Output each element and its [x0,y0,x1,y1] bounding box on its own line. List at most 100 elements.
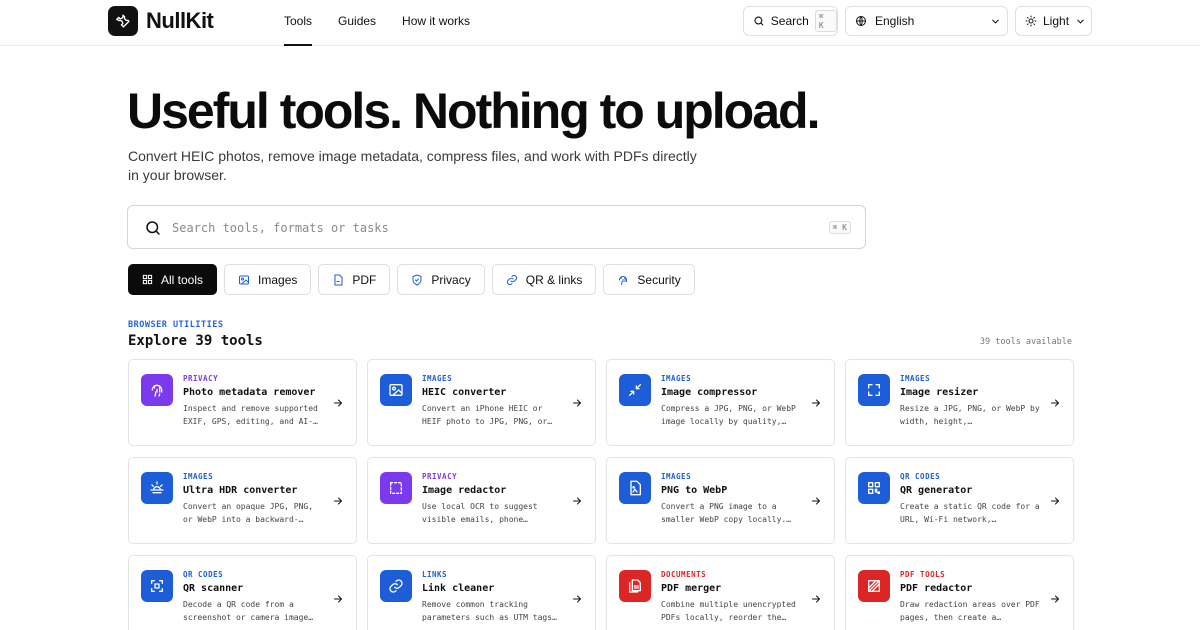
tool-description: Use local OCR to suggest visible emails,… [422,502,538,524]
nav-tools[interactable]: Tools [284,0,313,46]
tool-title: PDF merger [661,583,722,594]
theme-toggle[interactable]: Light [1015,6,1092,36]
sunrise-icon [141,472,173,504]
redact-icon [858,570,890,602]
tool-card[interactable]: IMAGES Ultra HDR converter Convert an opaq… [128,457,357,544]
tool-title: PNG to WebP [661,485,728,496]
file-image-icon [619,472,651,504]
tool-description: Compress a JPG, PNG, or WebP image local… [661,404,796,426]
tool-search-input[interactable] [172,218,772,238]
filter-pdf[interactable]: PDF [318,264,391,295]
filter-label: Images [258,272,298,287]
tool-title: PDF redactor [900,583,973,594]
section-eyebrow: BROWSER UTILITIES [128,320,224,330]
header-search-button[interactable]: Search ⌘ K [743,6,838,36]
tool-category: DOCUMENTS [661,570,707,579]
tool-search-box: ⌘ K [127,205,866,249]
tool-category: QR CODES [900,472,941,481]
tool-description: Create a static QR code for a URL, Wi-Fi… [900,502,1040,524]
search-shortcut: ⌘ K [814,10,837,32]
tool-title: Image resizer [900,387,979,398]
tool-description: Remove common tracking parameters such a… [422,600,557,622]
arrow-right-icon [573,595,581,603]
arrow-right-icon [812,595,820,603]
tool-description: Combine multiple unencrypted PDFs locall… [661,600,796,622]
arrow-right-icon [812,497,820,505]
tool-card[interactable]: IMAGES Image resizer Resize a JPG, PNG, or… [845,359,1074,446]
search-label: Search [770,14,809,28]
arrow-right-icon [1051,497,1059,505]
image-icon [239,275,250,284]
tool-description: Convert an iPhone HEIC or HEIF photo to … [422,404,553,426]
tool-grid: PRIVACY Photo metadata remover Inspect and… [128,359,1074,630]
logo-text: NullKit [146,8,214,33]
link-icon [506,274,517,285]
arrow-right-icon [573,399,581,407]
qr-code-icon [858,472,890,504]
scan-icon [141,570,173,602]
tool-category: LINKS [422,570,448,579]
filter-qr-links[interactable]: QR & links [491,264,597,295]
pdf-file-icon [334,274,343,285]
tool-card[interactable]: IMAGES Image compressor Compress a JPG, PN… [606,359,835,446]
tool-category: QR CODES [183,570,224,579]
tool-category: PDF TOOLS [900,570,946,579]
image-icon [380,374,412,406]
tool-card[interactable]: IMAGES PNG to WebP Convert a PNG image to … [606,457,835,544]
tool-card[interactable]: QR CODES QR scanner Decode a QR code from … [128,555,357,630]
filter-privacy[interactable]: Privacy [397,264,485,295]
filter-label: All tools [161,272,204,287]
search-icon [146,221,160,235]
tool-description: Decode a QR code from a screenshot or ca… [183,600,314,622]
dashed-square-icon [380,472,412,504]
tool-title: Photo metadata remover [183,387,316,398]
tool-title: Image redactor [422,485,507,496]
page-subtitle: Convert HEIC photos, remove image metada… [128,148,697,183]
page-title: Useful tools. Nothing to upload. [127,83,820,139]
arrow-right-icon [1051,595,1059,603]
arrow-right-icon [334,595,342,603]
theme-label: Light [1043,14,1070,28]
globe-icon [856,16,866,26]
tool-card[interactable]: LINKS Link cleaner Remove common tracking … [367,555,596,630]
search-icon [754,16,764,26]
nav-guides[interactable]: Guides [338,0,376,46]
main-nav: Tools Guides How it works [284,0,470,46]
tool-category: IMAGES [183,472,214,481]
top-header: NullKit Tools Guides How it works Search… [0,0,1200,46]
filter-security[interactable]: Security [603,264,695,295]
tool-card[interactable]: QR CODES QR generator Create a static QR c… [845,457,1074,544]
compress-icon [619,374,651,406]
filter-all-tools[interactable]: All tools [128,264,218,295]
tool-card[interactable]: IMAGES HEIC converter Convert an iPhone HE… [367,359,596,446]
tool-title: Link cleaner [422,583,495,594]
tool-card[interactable]: PDF TOOLS PDF redactor Draw redaction area… [845,555,1074,630]
tool-description: Convert a PNG image to a smaller WebP co… [661,502,792,524]
sun-icon [1025,15,1037,27]
tools-count: 39 tools available [979,337,1072,347]
tool-category: PRIVACY [422,472,458,481]
tool-title: Ultra HDR converter [183,485,298,496]
arrow-right-icon [334,497,342,505]
category-filters: All tools Images PDF Privacy QR & links … [128,264,695,295]
tool-title: Image compressor [661,387,758,398]
fingerprint-icon [141,374,173,406]
tool-category: IMAGES [422,374,453,383]
tool-category: IMAGES [661,472,692,481]
filter-label: Security [637,272,681,287]
link-icon [380,570,412,602]
tool-card[interactable]: PRIVACY Image redactor Use local OCR to su… [367,457,596,544]
filter-label: QR & links [525,272,583,287]
tool-description: Convert an opaque JPG, PNG, or WebP into… [183,502,314,524]
filter-images[interactable]: Images [224,264,312,295]
tool-card[interactable]: PRIVACY Photo metadata remover Inspect and… [128,359,357,446]
language-select[interactable]: English [845,6,1008,36]
arrow-right-icon [1051,399,1059,407]
filter-label: PDF [352,272,377,287]
tool-card[interactable]: DOCUMENTS PDF merger Combine multiple unen… [606,555,835,630]
nav-how-it-works[interactable]: How it works [402,0,470,46]
chevron-down-icon [1077,19,1084,24]
arrow-right-icon [573,497,581,505]
tool-category: IMAGES [900,374,931,383]
logo[interactable]: NullKit [108,6,214,36]
